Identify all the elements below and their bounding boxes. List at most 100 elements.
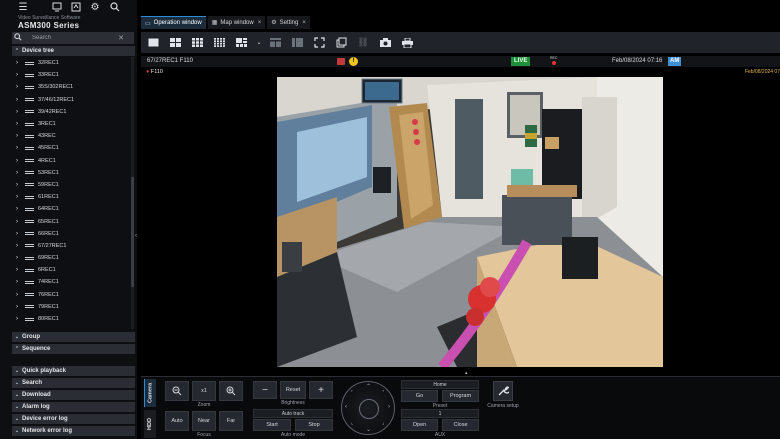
- tree-item[interactable]: › 39/42REC1: [12, 106, 130, 118]
- chevron-right-icon[interactable]: ›: [12, 267, 22, 273]
- tree-item[interactable]: › 76REC1: [12, 289, 130, 301]
- tree-item[interactable]: › 67/27REC1: [12, 240, 130, 252]
- aux-close-button[interactable]: Close: [442, 419, 479, 431]
- chevron-right-icon[interactable]: ›: [12, 158, 22, 164]
- zoom-in-button[interactable]: [219, 381, 243, 401]
- section-device-tree[interactable]: ⌃ Device tree: [12, 46, 135, 56]
- tree-item[interactable]: › 79REC1: [12, 301, 130, 313]
- auto-mode-stop-button[interactable]: Stop: [295, 419, 333, 431]
- tree-item[interactable]: › 37/46/12REC1: [12, 94, 130, 106]
- chevron-right-icon[interactable]: ›: [12, 72, 22, 78]
- close-tab-icon[interactable]: ×: [302, 20, 306, 26]
- chevron-right-icon[interactable]: ›: [12, 194, 22, 200]
- chevron-right-icon[interactable]: ›: [12, 121, 22, 127]
- preset-select[interactable]: Home: [401, 380, 479, 389]
- list-layout-icon[interactable]: [289, 36, 305, 50]
- focus-near-button[interactable]: Near: [192, 411, 216, 431]
- chevron-right-icon[interactable]: ›: [12, 231, 22, 237]
- zoom-out-button[interactable]: [165, 381, 189, 401]
- section-alarm-log[interactable]: ⌄ Alarm log: [12, 402, 135, 412]
- focus-auto-button[interactable]: Auto: [165, 411, 189, 431]
- chevron-right-icon[interactable]: ›: [12, 182, 22, 188]
- chevron-right-icon[interactable]: ›: [12, 304, 22, 310]
- search-input[interactable]: [24, 35, 114, 41]
- tree-item[interactable]: › 59REC1: [12, 179, 130, 191]
- snapshot-camera-icon[interactable]: [377, 36, 393, 50]
- tree-item[interactable]: › 53REC1: [12, 167, 130, 179]
- auto-mode-select[interactable]: Auto track: [253, 409, 333, 418]
- tree-item[interactable]: › 45REC1: [12, 142, 130, 154]
- chevron-right-icon[interactable]: ›: [12, 60, 22, 66]
- tab-camera[interactable]: Camera: [144, 379, 156, 407]
- auto-mode-start-button[interactable]: Start: [253, 419, 291, 431]
- video-viewport[interactable]: ● F110 Feb/08/2024 07: [141, 67, 780, 369]
- layout-1-icon[interactable]: [145, 36, 161, 50]
- section-network-error-log[interactable]: ⌄ Network error log: [12, 426, 135, 436]
- chevron-right-icon[interactable]: ›: [12, 133, 22, 139]
- chevron-right-icon[interactable]: ›: [12, 243, 22, 249]
- joystick-up-left-icon[interactable]: ⌜: [351, 390, 353, 396]
- tree-item[interactable]: › 66REC1: [12, 228, 130, 240]
- chevron-right-icon[interactable]: ›: [12, 84, 22, 90]
- brightness-reset-button[interactable]: Reset: [280, 381, 306, 399]
- tree-item[interactable]: › 61REC1: [12, 191, 130, 203]
- ptz-joystick[interactable]: ⌃ ⌄ ‹ › ⌜ ⌝ ⌞ ⌟: [341, 381, 395, 435]
- link-icon[interactable]: ⛓: [355, 36, 371, 50]
- chevron-right-icon[interactable]: ›: [12, 170, 22, 176]
- copy-icon[interactable]: [333, 36, 349, 50]
- section-sequence[interactable]: ⌃ Sequence: [12, 344, 135, 354]
- search-icon[interactable]: [109, 1, 121, 13]
- joystick-down-right-icon[interactable]: ⌟: [382, 420, 384, 426]
- aux-open-button[interactable]: Open: [401, 419, 438, 431]
- menu-icon[interactable]: ☰: [17, 1, 29, 13]
- joystick-down-left-icon[interactable]: ⌞: [351, 420, 353, 426]
- preset-program-button[interactable]: Program: [442, 390, 479, 402]
- section-device-error-log[interactable]: ⌄ Device error log: [12, 414, 135, 424]
- alert-icon[interactable]: !: [349, 57, 358, 66]
- tab-operation-window[interactable]: ▭ Operation window: [141, 16, 206, 29]
- tab-hdd[interactable]: HDD: [144, 410, 156, 438]
- tree-item[interactable]: › 33REC1: [12, 69, 130, 81]
- tree-item[interactable]: › 64REC1: [12, 203, 130, 215]
- section-download[interactable]: ⌄ Download: [12, 390, 135, 400]
- aux-select[interactable]: 1: [401, 409, 479, 418]
- tree-item[interactable]: › 43REC: [12, 130, 130, 142]
- layout-dropdown-icon[interactable]: ⌄: [255, 36, 263, 50]
- joystick-center[interactable]: [359, 399, 379, 419]
- chevron-right-icon[interactable]: ›: [12, 97, 22, 103]
- tab-map-window[interactable]: ▦ Map window ×: [207, 16, 266, 29]
- tab-setting[interactable]: ⚙ Setting ×: [267, 16, 310, 29]
- close-tab-icon[interactable]: ×: [258, 20, 262, 26]
- tree-item[interactable]: › 4REC1: [12, 155, 130, 167]
- tree-item[interactable]: › 6REC1: [12, 264, 130, 276]
- chevron-right-icon[interactable]: ›: [12, 109, 22, 115]
- settings-gear-icon[interactable]: ⚙: [89, 1, 101, 13]
- tree-item[interactable]: › 80REC1: [12, 313, 130, 325]
- chevron-right-icon[interactable]: ›: [12, 206, 22, 212]
- zoom-x1-button[interactable]: x1: [192, 381, 216, 401]
- tree-item[interactable]: › 65REC1: [12, 215, 130, 227]
- brightness-minus-button[interactable]: −: [253, 381, 277, 399]
- joystick-down-icon[interactable]: ⌄: [366, 426, 371, 433]
- joystick-right-icon[interactable]: ›: [388, 404, 390, 410]
- chevron-right-icon[interactable]: ›: [12, 145, 22, 151]
- layout-16-icon[interactable]: [211, 36, 227, 50]
- sequence-icon[interactable]: [267, 36, 283, 50]
- chevron-right-icon[interactable]: ›: [12, 316, 22, 322]
- tree-scrollbar[interactable]: [131, 57, 134, 329]
- tree-item[interactable]: › 35S/302REC1: [12, 81, 130, 93]
- tree-item[interactable]: › 3REC1: [12, 118, 130, 130]
- collapse-left-panel-icon[interactable]: ‹: [134, 228, 138, 244]
- tree-item[interactable]: › 69REC1: [12, 252, 130, 264]
- section-quick-playback[interactable]: ⌄ Quick playback: [12, 366, 135, 376]
- chevron-right-icon[interactable]: ›: [12, 219, 22, 225]
- tree-item[interactable]: › 32REC1: [12, 57, 130, 69]
- joystick-up-icon[interactable]: ⌃: [366, 383, 371, 390]
- monitor-icon[interactable]: [51, 1, 63, 13]
- layout-custom-icon[interactable]: [233, 36, 249, 50]
- joystick-up-right-icon[interactable]: ⌝: [382, 390, 384, 396]
- chevron-right-icon[interactable]: ›: [12, 292, 22, 298]
- section-group[interactable]: ⌄ Group: [12, 332, 135, 342]
- joystick-left-icon[interactable]: ‹: [345, 404, 347, 410]
- preset-go-button[interactable]: Go: [401, 390, 438, 402]
